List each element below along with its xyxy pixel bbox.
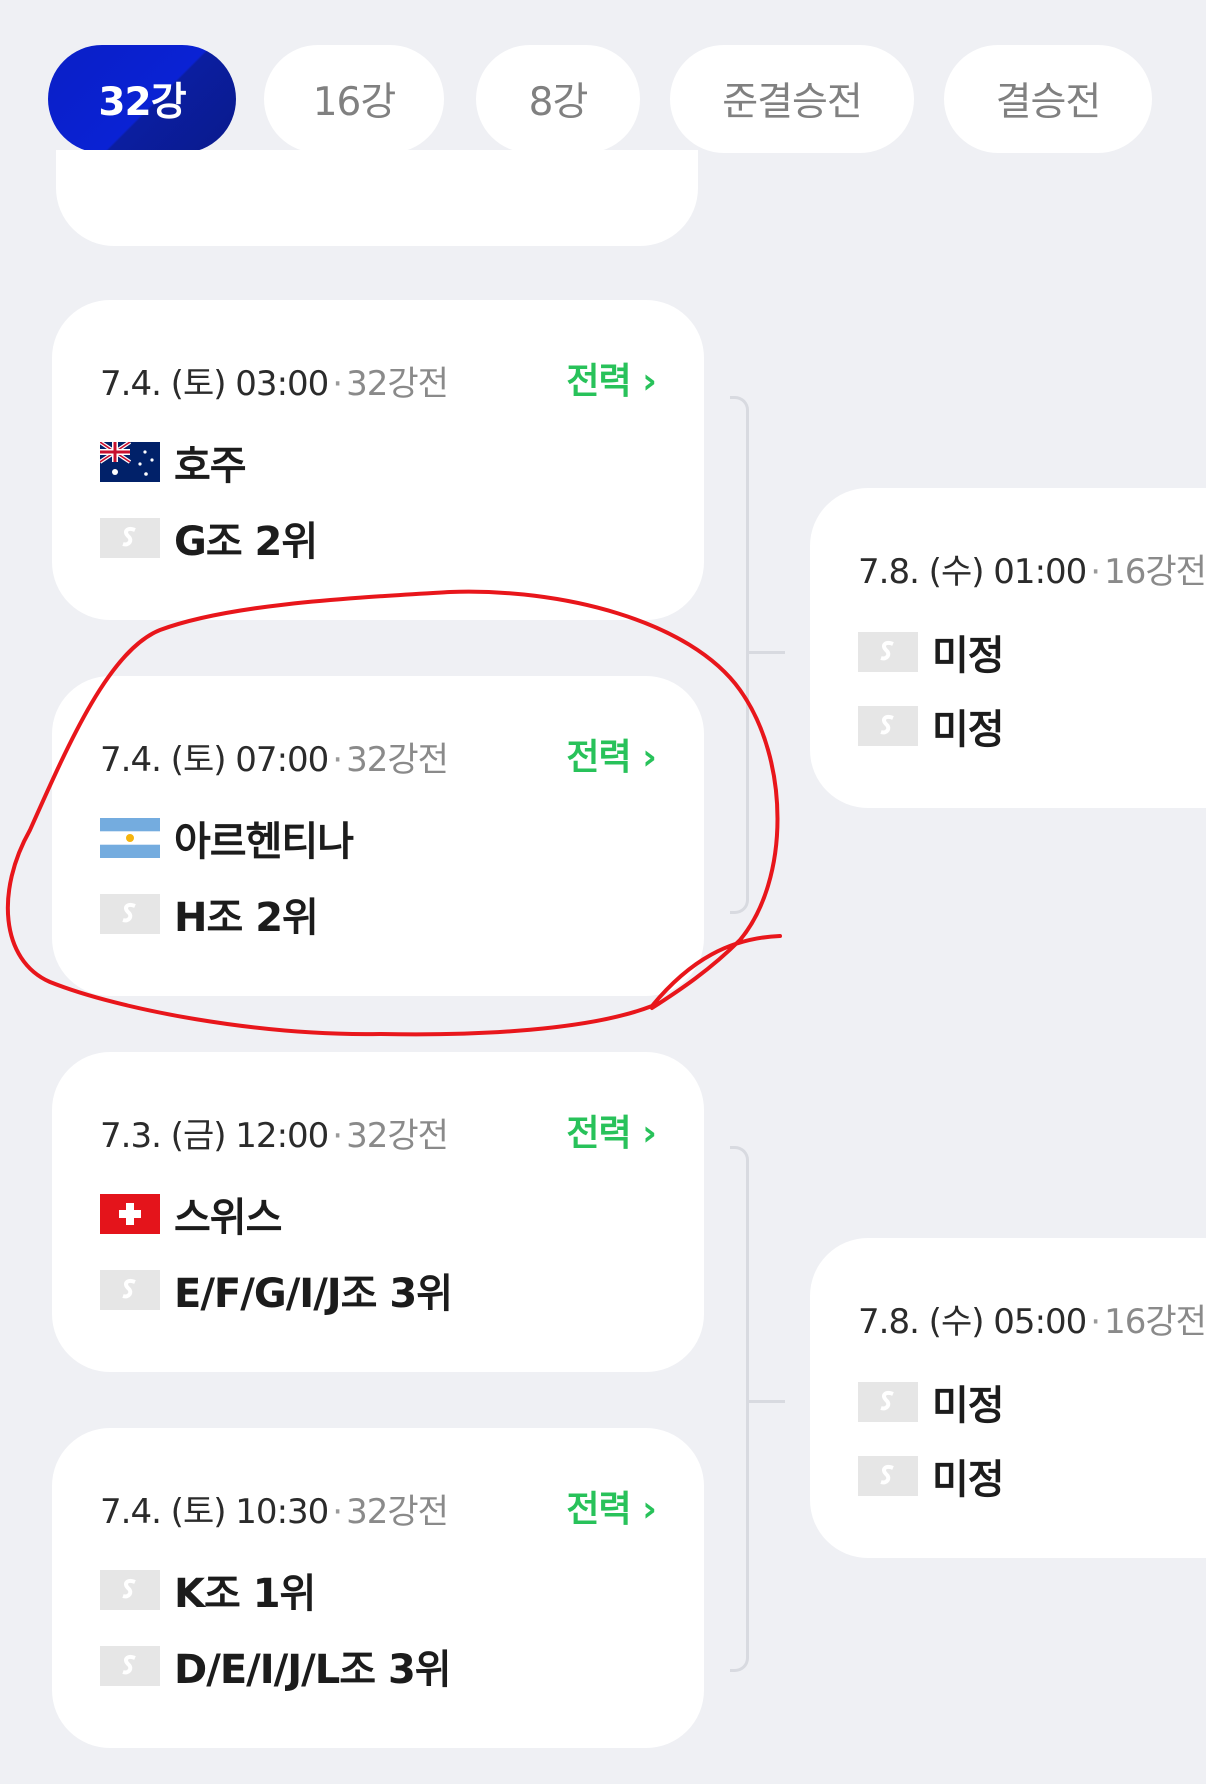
team-name: 호주 <box>174 443 247 489</box>
match-meta: 7.3. (금) 12:00 · 32강전 <box>100 1116 449 1156</box>
placeholder-flag-icon <box>858 1456 918 1496</box>
placeholder-flag-icon <box>100 1570 160 1610</box>
team-name: 아르헨티나 <box>174 819 354 865</box>
match-round: 32강전 <box>346 1116 449 1156</box>
team-name: E/F/G/I/J조 3위 <box>174 1271 453 1317</box>
match-card[interactable]: 7.4. (토) 07:00 · 32강전 전력 › 아르헨티나 H조 2위 <box>52 676 704 996</box>
team-name: 미정 <box>932 1383 1005 1429</box>
match-round: 16강전 <box>1104 552 1206 592</box>
match-round: 32강전 <box>346 364 449 404</box>
next-round-card[interactable]: 7.8. (수) 05:00 · 16강전 미정 미정 <box>810 1238 1206 1558</box>
team-row[interactable]: 스위스 <box>100 1192 282 1241</box>
team-row[interactable]: 미정 <box>858 1454 1005 1503</box>
team-row[interactable]: K조 1위 <box>100 1568 316 1617</box>
match-round: 32강전 <box>346 1492 449 1532</box>
placeholder-flag-icon <box>858 706 918 746</box>
match-date: 7.4. (토) 03:00 <box>100 364 329 404</box>
team-name: 미정 <box>932 1457 1005 1503</box>
chevron-right-icon: › <box>642 737 657 778</box>
match-meta: 7.4. (토) 07:00 · 32강전 <box>100 740 449 780</box>
previous-match-card[interactable] <box>56 150 698 246</box>
match-meta: 7.4. (토) 03:00 · 32강전 <box>100 364 449 404</box>
bracket-connector-line <box>749 651 785 654</box>
bracket-connector-line <box>749 1400 785 1403</box>
team-row[interactable]: 아르헨티나 <box>100 816 354 865</box>
chevron-right-icon: › <box>642 1113 657 1154</box>
match-date: 7.8. (수) 05:00 <box>858 1302 1087 1342</box>
team-name: 미정 <box>932 633 1005 679</box>
team-row[interactable]: E/F/G/I/J조 3위 <box>100 1268 453 1317</box>
strategy-link[interactable]: 전력 › <box>566 1104 657 1156</box>
chevron-right-icon: › <box>642 1489 657 1530</box>
tab-round-of-32[interactable]: 32강 <box>48 45 236 153</box>
tab-quarterfinal[interactable]: 8강 <box>476 45 640 153</box>
match-meta: 7.8. (수) 05:00 · 16강전 <box>858 1302 1206 1342</box>
placeholder-flag-icon <box>100 518 160 558</box>
placeholder-flag-icon <box>858 632 918 672</box>
bracket-connector <box>730 396 749 914</box>
team-name: D/E/I/J/L조 3위 <box>174 1647 452 1693</box>
switzerland-flag-icon <box>100 1194 160 1234</box>
tab-final[interactable]: 결승전 <box>944 45 1152 153</box>
match-card[interactable]: 7.3. (금) 12:00 · 32강전 전력 › 스위스 E/F/G/I/J조 … <box>52 1052 704 1372</box>
match-date: 7.8. (수) 01:00 <box>858 552 1087 592</box>
strategy-link[interactable]: 전력 › <box>566 1480 657 1532</box>
next-round-card[interactable]: 7.8. (수) 01:00 · 16강전 미정 미정 <box>810 488 1206 808</box>
placeholder-flag-icon <box>100 894 160 934</box>
placeholder-flag-icon <box>858 1382 918 1422</box>
match-date: 7.4. (토) 07:00 <box>100 740 329 780</box>
team-row[interactable]: 미정 <box>858 1380 1005 1429</box>
chevron-right-icon: › <box>642 361 657 402</box>
team-row[interactable]: G조 2위 <box>100 516 318 565</box>
team-row[interactable]: 미정 <box>858 630 1005 679</box>
australia-flag-icon <box>100 442 160 482</box>
placeholder-flag-icon <box>100 1646 160 1686</box>
team-row[interactable]: H조 2위 <box>100 892 319 941</box>
match-date: 7.3. (금) 12:00 <box>100 1116 329 1156</box>
team-row[interactable]: D/E/I/J/L조 3위 <box>100 1644 452 1693</box>
tab-round-of-16[interactable]: 16강 <box>264 45 444 153</box>
team-name: G조 2위 <box>174 519 318 565</box>
team-row[interactable]: 호주 <box>100 440 247 489</box>
strategy-link[interactable]: 전력 › <box>566 352 657 404</box>
match-card[interactable]: 7.4. (토) 03:00 · 32강전 전력 › 호주 G조 2위 <box>52 300 704 620</box>
team-name: 미정 <box>932 707 1005 753</box>
tab-semifinal[interactable]: 준결승전 <box>670 45 914 153</box>
strategy-link[interactable]: 전력 › <box>566 728 657 780</box>
team-name: H조 2위 <box>174 895 319 941</box>
argentina-flag-icon <box>100 818 160 858</box>
match-meta: 7.8. (수) 01:00 · 16강전 <box>858 552 1206 592</box>
placeholder-flag-icon <box>100 1270 160 1310</box>
bracket-connector <box>730 1146 749 1672</box>
match-round: 16강전 <box>1104 1302 1206 1342</box>
match-round: 32강전 <box>346 740 449 780</box>
team-name: K조 1위 <box>174 1571 316 1617</box>
match-meta: 7.4. (토) 10:30 · 32강전 <box>100 1492 449 1532</box>
team-row[interactable]: 미정 <box>858 704 1005 753</box>
team-name: 스위스 <box>174 1195 282 1241</box>
match-card[interactable]: 7.4. (토) 10:30 · 32강전 전력 › K조 1위 D/E/I/J/L… <box>52 1428 704 1748</box>
match-date: 7.4. (토) 10:30 <box>100 1492 329 1532</box>
